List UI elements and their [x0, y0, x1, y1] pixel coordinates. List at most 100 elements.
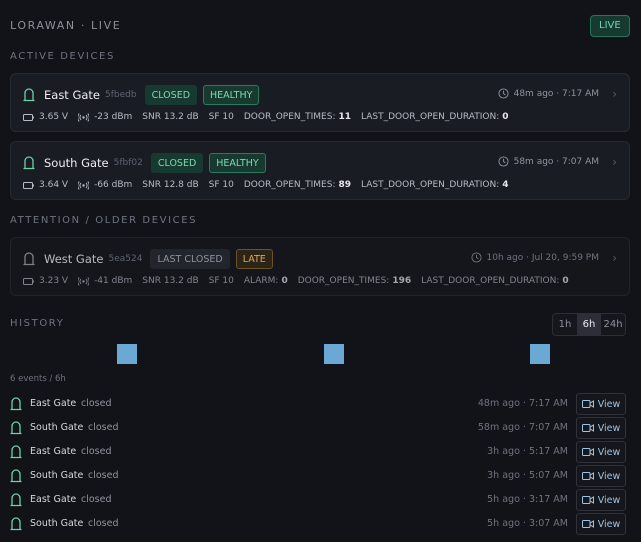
history-range-tabs: 1h 6h 24h [552, 313, 626, 336]
event-state: closed [81, 398, 112, 409]
signal-metric: -23 dBm [78, 112, 132, 122]
history-event-row: East Gate closed 3h ago · 5:17 AM View [10, 441, 626, 463]
chevron-right-icon[interactable]: › [612, 155, 617, 169]
event-device: East Gate [30, 446, 77, 457]
event-time: 5h ago · 3:17 AM [487, 494, 568, 505]
device-card-west-gate[interactable]: West Gate 5ea524 LAST CLOSED LATE 10h ag… [10, 237, 630, 296]
alarm-metric: ALARM: 0 [243, 276, 288, 286]
page-title: LORAWAN · LIVE [10, 19, 122, 32]
signal-icon [78, 180, 90, 190]
clock-icon [498, 156, 509, 167]
bell-icon [23, 88, 35, 102]
history-event-marker[interactable] [324, 344, 344, 364]
last-door-open-duration: LAST_DOOR_OPEN_DURATION: 0 [421, 276, 569, 286]
event-time: 5h ago · 3:07 AM [487, 518, 568, 529]
battery-icon [23, 113, 34, 121]
tab-6h[interactable]: 6h [577, 314, 601, 335]
device-name: South Gate [44, 156, 109, 170]
tab-1h[interactable]: 1h [553, 314, 577, 335]
event-time: 58m ago · 7:07 AM [477, 422, 568, 433]
late-badge: LATE [235, 249, 273, 269]
video-camera-icon [581, 472, 594, 480]
health-badge: HEALTHY [203, 85, 260, 105]
bell-icon [10, 421, 22, 435]
view-button[interactable]: View [576, 513, 626, 535]
battery-metric: 3.64 V [23, 180, 68, 190]
event-device: East Gate [30, 494, 77, 505]
video-camera-icon [581, 448, 594, 456]
last-seen: 58m ago · 7:07 AM [498, 156, 599, 167]
signal-metric: -66 dBm [78, 180, 132, 190]
health-badge: HEALTHY [209, 153, 266, 173]
device-id: 5fbf02 [113, 158, 143, 168]
bell-icon [10, 493, 22, 507]
video-camera-icon [581, 496, 594, 504]
event-state: closed [88, 518, 119, 529]
sf-metric: SF 10 [208, 276, 234, 286]
event-device: South Gate [30, 518, 84, 529]
clock-icon [498, 88, 509, 99]
history-event-row: East Gate closed 5h ago · 3:17 AM View [10, 489, 626, 511]
signal-metric: -41 dBm [78, 276, 132, 286]
last-seen: 10h ago · Jul 20, 9:59 PM [470, 252, 599, 263]
history-event-row: South Gate closed 3h ago · 5:07 AM View [10, 465, 626, 487]
chevron-right-icon[interactable]: › [612, 251, 617, 265]
snr-metric: SNR 13.2 dB [142, 112, 199, 122]
last-door-open-duration: LAST_DOOR_OPEN_DURATION: 0 [361, 112, 509, 122]
event-time: 48m ago · 7:17 AM [477, 398, 568, 409]
view-button[interactable]: View [576, 393, 626, 415]
event-state: closed [88, 422, 119, 433]
view-button[interactable]: View [576, 441, 626, 463]
video-camera-icon [581, 424, 594, 432]
state-badge: LAST CLOSED [150, 249, 230, 269]
tab-24h[interactable]: 24h [601, 314, 625, 335]
event-state: closed [81, 446, 112, 457]
bell-icon [23, 156, 35, 170]
history-event-row: South Gate closed 58m ago · 7:07 AM View [10, 417, 626, 439]
battery-metric: 3.65 V [23, 112, 68, 122]
device-card-east-gate[interactable]: East Gate 5fbedb CLOSED HEALTHY 48m ago … [10, 73, 630, 132]
door-open-times: DOOR_OPEN_TIMES: 89 [243, 180, 352, 190]
chevron-right-icon[interactable]: › [612, 87, 617, 101]
snr-metric: SNR 12.8 dB [142, 180, 199, 190]
state-badge: CLOSED [144, 85, 198, 105]
event-time: 3h ago · 5:17 AM [487, 446, 568, 457]
history-event-row: East Gate closed 48m ago · 7:17 AM View [10, 393, 626, 415]
video-camera-icon [581, 520, 594, 528]
device-card-south-gate[interactable]: South Gate 5fbf02 CLOSED HEALTHY 58m ago… [10, 141, 630, 200]
event-device: South Gate [30, 422, 84, 433]
video-camera-icon [581, 400, 594, 408]
door-open-times: DOOR_OPEN_TIMES: 11 [243, 112, 352, 122]
view-button[interactable]: View [576, 465, 626, 487]
live-badge: LIVE [590, 15, 630, 37]
bell-icon [10, 445, 22, 459]
events-count: 6 events / 6h [10, 374, 66, 384]
sf-metric: SF 10 [208, 112, 234, 122]
device-name: East Gate [44, 88, 101, 102]
event-device: East Gate [30, 398, 77, 409]
event-state: closed [88, 470, 119, 481]
event-time: 3h ago · 5:07 AM [487, 470, 568, 481]
signal-icon [78, 112, 90, 122]
battery-icon [23, 181, 34, 189]
door-open-times: DOOR_OPEN_TIMES: 196 [297, 276, 412, 286]
bell-icon [10, 517, 22, 531]
signal-icon [78, 276, 90, 286]
history-event-marker[interactable] [117, 344, 137, 364]
battery-metric: 3.23 V [23, 276, 68, 286]
device-id: 5fbedb [105, 90, 137, 100]
state-badge: CLOSED [150, 153, 204, 173]
sf-metric: SF 10 [208, 180, 234, 190]
view-button[interactable]: View [576, 489, 626, 511]
device-id: 5ea524 [108, 254, 143, 264]
section-history-label: HISTORY [10, 318, 65, 329]
history-event-marker[interactable] [530, 344, 550, 364]
device-name: West Gate [44, 252, 104, 266]
history-event-row: South Gate closed 5h ago · 3:07 AM View [10, 513, 626, 535]
event-device: South Gate [30, 470, 84, 481]
last-seen: 48m ago · 7:17 AM [498, 88, 599, 99]
last-door-open-duration: LAST_DOOR_OPEN_DURATION: 4 [361, 180, 509, 190]
battery-icon [23, 277, 34, 285]
view-button[interactable]: View [576, 417, 626, 439]
section-attention-label: ATTENTION / OLDER DEVICES [10, 215, 198, 226]
